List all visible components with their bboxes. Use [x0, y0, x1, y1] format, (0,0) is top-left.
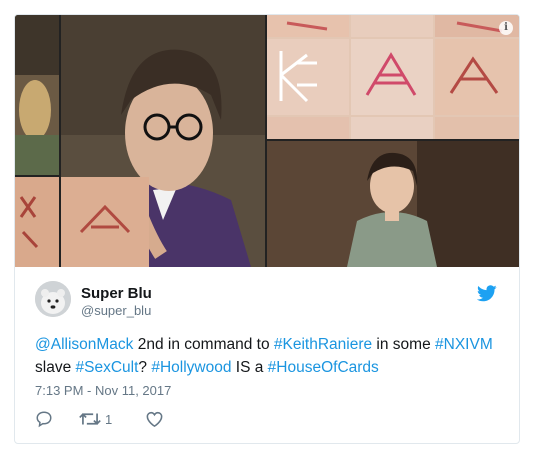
woman-portrait-image [267, 141, 519, 267]
hashtag-link[interactable]: #KeithRaniere [274, 336, 372, 353]
hashtag-link[interactable]: #Hollywood [151, 359, 231, 376]
like-button[interactable] [145, 408, 164, 430]
tweet-text-segment: ? [138, 359, 152, 376]
info-icon[interactable]: i [499, 21, 513, 35]
tweet-text-segment: in some [372, 336, 436, 353]
tweet-text-segment: slave [35, 359, 76, 376]
mention-link[interactable]: @AllisonMack [35, 336, 133, 353]
media-scar-left[interactable] [15, 177, 59, 267]
media-scar-grid[interactable]: i [267, 15, 519, 139]
author-handle[interactable]: @super_blu [81, 303, 151, 318]
media-scar-center[interactable] [61, 177, 149, 267]
retweet-icon [79, 413, 101, 425]
twitter-bird-icon[interactable] [477, 285, 497, 302]
reply-button[interactable] [35, 408, 53, 430]
scar-image [61, 177, 149, 267]
media-portrait-woman[interactable] [267, 141, 519, 267]
retweet-count: 1 [105, 411, 113, 427]
reply-icon [36, 411, 52, 428]
avatar[interactable] [35, 281, 71, 317]
hashtag-link[interactable]: #SexCult [76, 359, 139, 376]
tweet-text-segment: IS a [231, 359, 268, 376]
hashtag-link[interactable]: #NXIVM [435, 336, 493, 353]
retweet-button[interactable]: 1 [79, 408, 112, 430]
heart-icon [146, 411, 163, 428]
scar-grid-image [267, 15, 519, 139]
tweet-card[interactable]: i Super Blu @super_blu @AllisonMack 2nd … [14, 14, 520, 444]
tweet-text: @AllisonMack 2nd in command to #KeithRan… [35, 333, 505, 379]
tweet-text-segment: 2nd in command to [133, 336, 274, 353]
media-grid[interactable]: i [15, 15, 519, 267]
woman-photo-image [15, 15, 59, 175]
author-name[interactable]: Super Blu [81, 285, 152, 302]
polar-bear-avatar-image [35, 281, 71, 317]
tweet-timestamp[interactable]: 7:13 PM - Nov 11, 2017 [35, 383, 171, 398]
scar-image [15, 177, 59, 267]
media-photo-strip-top[interactable] [15, 15, 59, 175]
hashtag-link[interactable]: #HouseOfCards [268, 359, 379, 376]
